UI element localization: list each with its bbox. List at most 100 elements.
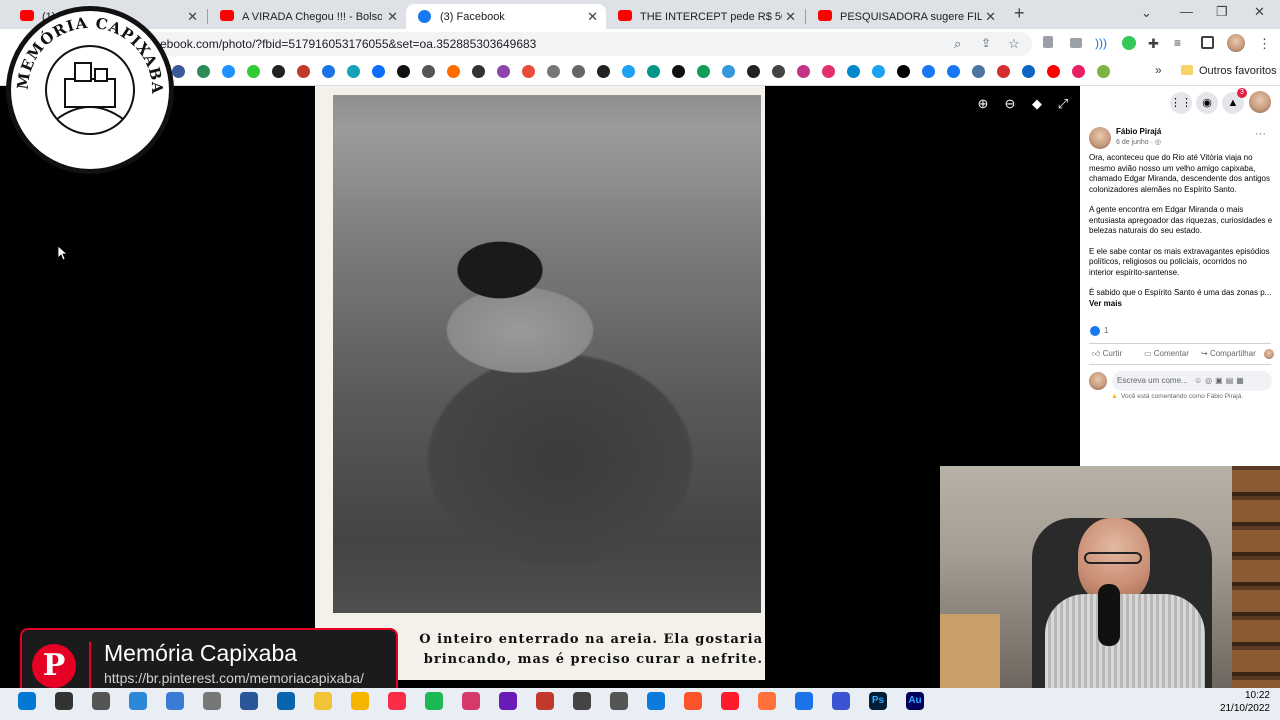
explorer-icon[interactable] [314,692,332,710]
profile-avatar[interactable] [1227,34,1245,52]
music-icon[interactable] [388,692,406,710]
tab-virada[interactable]: A VIRADA Chegou !!! - Bolsonaro ✕ [208,4,406,29]
side-panel-icon[interactable] [1201,36,1214,49]
maximize-button[interactable]: ❐ [1216,4,1228,20]
new-tab-button[interactable]: + [1014,3,1025,24]
bookmark-star-icon[interactable]: ☆ [1008,36,1022,51]
search-icon[interactable] [55,692,73,710]
bookmark-favicon-icon[interactable] [372,65,385,78]
bookmark-favicon-icon[interactable] [1097,65,1110,78]
bookmark-favicon-icon[interactable] [1047,65,1060,78]
zoom-out-icon[interactable]: ⊖ [1003,97,1017,111]
bookmark-favicon-icon[interactable] [347,65,360,78]
url-text[interactable]: ebook.com/photo/?fbid=517916053176055&se… [160,37,536,51]
bookmark-favicon-icon[interactable] [972,65,985,78]
video-icon[interactable] [499,692,517,710]
bookmark-favicon-icon[interactable] [872,65,885,78]
bookmark-favicon-icon[interactable] [1022,65,1035,78]
bookmark-favicon-icon[interactable] [747,65,760,78]
messenger-icon[interactable]: ◉ [1196,92,1218,114]
bookmark-favicon-icon[interactable] [422,65,435,78]
task-view-icon[interactable] [92,692,110,710]
spotify-icon[interactable] [425,692,443,710]
bookmark-favicon-icon[interactable] [597,65,610,78]
close-tab-icon[interactable]: ✕ [587,9,598,25]
share-button[interactable]: ↪ Compartilhar [1201,349,1256,360]
bookmark-favicon-icon[interactable] [997,65,1010,78]
close-tab-icon[interactable]: ✕ [387,9,398,25]
store-icon[interactable] [129,692,147,710]
share-icon[interactable]: ⇪ [981,36,995,50]
bookmark-favicon-icon[interactable] [847,65,860,78]
share-audience-avatar[interactable] [1264,349,1274,359]
vivaldi-icon[interactable] [832,692,850,710]
tab-search-icon[interactable]: ⌄ [1141,5,1152,21]
extension-icon[interactable]: ))) [1095,36,1109,50]
tab-pesquisadora[interactable]: PESQUISADORA sugere FILHOS ✕ [806,4,1004,29]
opera-icon[interactable] [721,692,739,710]
photoshop-icon[interactable]: Ps [869,692,887,710]
bookmark-favicon-icon[interactable] [397,65,410,78]
media-icon[interactable]: ≡ [1174,36,1188,50]
tab-intercept[interactable]: THE INTERCEPT pede R$ 500 mil ✕ [606,4,804,29]
bookmark-favicon-icon[interactable] [172,65,185,78]
bookmark-favicon-icon[interactable] [222,65,235,78]
fullscreen-icon[interactable]: ⤢ [1056,97,1070,111]
tag-icon[interactable]: ◆ [1030,97,1044,111]
comment-tools-icons[interactable]: ☺◎▣▤▦ [1194,376,1247,387]
banner-url[interactable]: https://br.pinterest.com/memoriacapixaba… [104,670,364,686]
word-icon[interactable] [240,692,258,710]
bookmark-favicon-icon[interactable] [897,65,910,78]
close-window-button[interactable]: ✕ [1254,4,1265,20]
tab-facebook[interactable]: (3) Facebook ✕ [406,4,606,29]
bookmark-favicon-icon[interactable] [197,65,210,78]
bookmark-favicon-icon[interactable] [797,65,810,78]
mail-icon[interactable] [277,692,295,710]
window-icon[interactable] [166,692,184,710]
bookmarks-overflow-icon[interactable]: » [1155,63,1162,77]
bookmark-favicon-icon[interactable] [622,65,635,78]
post-options-icon[interactable]: ··· [1255,128,1266,140]
extension-icon[interactable] [1122,36,1136,50]
bookmark-favicon-icon[interactable] [247,65,260,78]
bookmark-favicon-icon[interactable] [947,65,960,78]
bookmark-favicon-icon[interactable] [497,65,510,78]
edge-icon[interactable] [647,692,665,710]
settings-icon[interactable] [203,692,221,710]
account-avatar[interactable] [1249,91,1271,113]
menu-grid-icon[interactable]: ⋮⋮ [1170,92,1192,114]
coin-icon[interactable] [351,692,369,710]
extensions-puzzle-icon[interactable]: ✚ [1148,36,1162,51]
bookmark-favicon-icon[interactable] [1072,65,1085,78]
gear-icon[interactable] [573,692,591,710]
zoom-icon[interactable]: ⌕ [954,36,968,51]
bookmark-favicon-icon[interactable] [672,65,685,78]
bookmark-favicon-icon[interactable] [697,65,710,78]
see-more-link[interactable]: Ver mais [1089,299,1273,310]
like-button[interactable]: 👍︎ Curtir [1092,349,1122,360]
comment-button[interactable]: ▭ Comentar [1144,349,1189,360]
other-bookmarks-label[interactable]: Outros favoritos [1199,65,1277,77]
clock-icon[interactable] [610,692,628,710]
extension-icon[interactable] [1043,36,1053,48]
bookmark-favicon-icon[interactable] [572,65,585,78]
system-clock[interactable]: 10:22 21/10/2022 [1200,689,1270,715]
extension-icon[interactable] [1070,38,1082,48]
menu-icon[interactable]: ⋮ [1258,36,1272,51]
close-tab-icon[interactable]: ✕ [187,9,198,25]
brave-icon[interactable] [684,692,702,710]
bookmark-favicon-icon[interactable] [522,65,535,78]
firefox-icon[interactable] [758,692,776,710]
app-icon[interactable] [462,692,480,710]
post-date[interactable]: 6 de junho · ◎ [1116,138,1161,149]
bookmark-favicon-icon[interactable] [447,65,460,78]
bookmark-favicon-icon[interactable] [922,65,935,78]
bookmark-favicon-icon[interactable] [772,65,785,78]
audition-icon[interactable]: Au [906,692,924,710]
bookmark-favicon-icon[interactable] [547,65,560,78]
bookmark-favicon-icon[interactable] [322,65,335,78]
close-tab-icon[interactable]: ✕ [785,9,796,25]
post-date-text[interactable]: 6 de junho · [1116,139,1155,146]
bookmark-favicon-icon[interactable] [297,65,310,78]
close-tab-icon[interactable]: ✕ [985,9,996,25]
